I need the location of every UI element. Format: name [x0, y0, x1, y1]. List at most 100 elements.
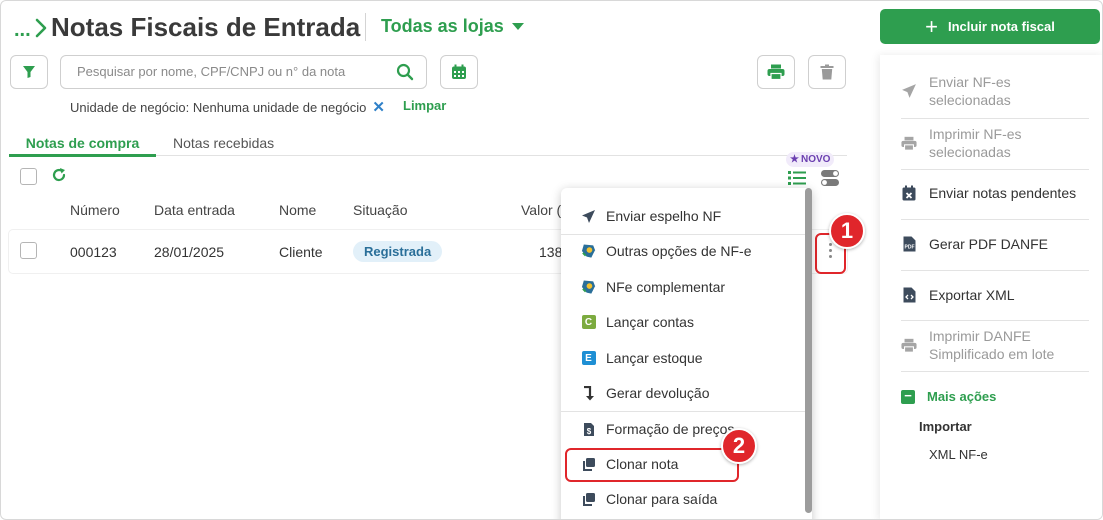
printer-icon: [767, 64, 785, 80]
svg-text:PDF: PDF: [904, 245, 914, 251]
breadcrumb-back[interactable]: ...: [14, 19, 31, 42]
row-entry-date: 28/01/2025: [154, 244, 225, 260]
step-marker-2: 2: [721, 428, 757, 464]
clear-filters-link[interactable]: Limpar: [403, 98, 446, 113]
import-section-label: Importar: [919, 419, 972, 434]
column-header-number[interactable]: Número: [70, 202, 120, 218]
menu-item-other-nfe-options[interactable]: Outras opções de NF-e: [561, 235, 805, 267]
menu-item-post-accounts[interactable]: C Lançar contas: [561, 306, 805, 338]
store-selector-label: Todas as lojas: [381, 16, 504, 36]
panel-divider: [901, 320, 1089, 321]
menu-item-label: Outras opções de NF-e: [606, 243, 752, 259]
return-arrow-icon: [581, 385, 596, 401]
column-header-entry-date[interactable]: Data entrada: [154, 202, 235, 218]
menu-divider: [561, 411, 805, 412]
trash-icon: [820, 64, 834, 80]
refresh-icon[interactable]: [51, 167, 67, 183]
price-doc-icon: $: [581, 422, 596, 437]
store-selector[interactable]: Todas as lojas: [381, 16, 524, 37]
import-xml-nfe-link[interactable]: XML NF-e: [929, 447, 988, 462]
search-box[interactable]: [60, 55, 427, 89]
printer-icon: [901, 337, 917, 353]
status-badge: Registrada: [353, 241, 443, 262]
send-icon: [901, 83, 917, 99]
nfe-map-icon: [581, 244, 596, 259]
side-actions-panel: Enviar NF-es selecionadas Imprimir NF-es…: [880, 55, 1102, 519]
calendar-x-icon: [901, 185, 917, 201]
code-file-icon: [901, 287, 917, 303]
close-icon[interactable]: ✕: [372, 98, 385, 116]
tab-purchase-invoices[interactable]: Notas de compra: [9, 135, 156, 157]
business-unit-filter-chip: Unidade de negócio: Nenhuma unidade de n…: [70, 98, 385, 116]
highlight-box: [565, 448, 739, 482]
panel-item-generate-pdf[interactable]: PDF Gerar PDF DANFE: [901, 235, 1091, 253]
panel-divider: [901, 219, 1089, 220]
printer-icon: [901, 135, 917, 151]
funnel-icon: [23, 66, 35, 78]
star-icon: ★: [790, 154, 799, 165]
caret-down-icon: [511, 23, 524, 30]
collapse-icon: −: [901, 389, 915, 404]
menu-item-label: Formação de preços: [606, 421, 735, 437]
add-invoice-button[interactable]: + Incluir nota fiscal: [880, 9, 1100, 44]
panel-item-print-danfe-batch[interactable]: Imprimir DANFE Simplificado em lote: [901, 327, 1091, 363]
panel-divider: [901, 270, 1089, 271]
panel-item-print-selected[interactable]: Imprimir NF-es selecionadas: [901, 125, 1091, 161]
send-icon: [581, 209, 596, 224]
search-icon[interactable]: [396, 63, 414, 81]
menu-item-price-formation[interactable]: $ Formação de preços: [561, 413, 805, 445]
kebab-menu-icon: [829, 243, 833, 261]
menu-item-label: Gerar devolução: [606, 385, 710, 401]
list-view-icon[interactable]: [788, 170, 806, 186]
column-header-status[interactable]: Situação: [353, 202, 407, 218]
pdf-file-icon: PDF: [901, 236, 917, 252]
tab-received-invoices[interactable]: Notas recebidas: [173, 135, 274, 151]
page-title: Notas Fiscais de Entrada: [51, 12, 361, 42]
panel-item-export-xml[interactable]: Exportar XML: [901, 286, 1091, 304]
nfe-map-icon: [581, 280, 596, 295]
chevron-right-icon: [35, 18, 47, 38]
menu-item-label: Enviar espelho NF: [606, 208, 722, 224]
menu-item-post-stock[interactable]: E Lançar estoque: [561, 342, 805, 374]
search-input[interactable]: [77, 64, 387, 79]
panel-divider: [901, 118, 1089, 119]
svg-text:$: $: [586, 427, 591, 436]
menu-item-complementary-nfe[interactable]: NFe complementar: [561, 271, 805, 303]
panel-item-send-selected[interactable]: Enviar NF-es selecionadas: [901, 73, 1091, 109]
add-invoice-label: Incluir nota fiscal: [947, 19, 1055, 34]
step-marker-1: 1: [829, 213, 865, 249]
menu-item-label: Lançar estoque: [606, 350, 703, 366]
row-name: Cliente: [279, 244, 323, 260]
more-actions-toggle[interactable]: − Mais ações: [901, 389, 996, 404]
panel-item-send-pending[interactable]: Enviar notas pendentes: [901, 184, 1091, 202]
row-number: 000123: [70, 244, 117, 260]
filter-chip-label: Unidade de negócio: Nenhuma unidade de n…: [70, 99, 367, 115]
row-checkbox[interactable]: [20, 242, 37, 259]
menu-scrollbar[interactable]: [805, 188, 812, 513]
delete-button[interactable]: [808, 55, 846, 89]
calendar-button[interactable]: [440, 55, 478, 89]
panel-divider: [901, 169, 1089, 170]
panel-divider: [901, 371, 1089, 372]
letter-e-icon: E: [581, 351, 596, 366]
menu-item-generate-return[interactable]: Gerar devolução: [561, 377, 805, 409]
plus-icon: +: [925, 13, 938, 39]
clone-icon: [581, 492, 596, 507]
letter-c-icon: C: [581, 315, 596, 330]
new-feature-label: NOVO: [800, 154, 831, 165]
menu-item-label: Clonar para saída: [606, 491, 718, 507]
more-actions-label: Mais ações: [927, 389, 997, 404]
menu-item-label: Lançar contas: [606, 314, 694, 330]
columns-toggle-icon[interactable]: [820, 169, 840, 187]
calendar-icon: [452, 64, 466, 79]
column-header-name[interactable]: Nome: [279, 202, 316, 218]
menu-item-send-mirror[interactable]: Enviar espelho NF: [561, 200, 805, 232]
print-button[interactable]: [757, 55, 795, 89]
new-feature-badge: ★ NOVO: [786, 152, 835, 167]
select-all-checkbox[interactable]: [20, 168, 37, 185]
menu-item-clone-to-output[interactable]: Clonar para saída: [561, 483, 805, 515]
filter-button[interactable]: [10, 55, 48, 89]
row-value: 138: [539, 244, 563, 260]
title-divider: [365, 13, 366, 41]
menu-item-label: NFe complementar: [606, 279, 726, 295]
